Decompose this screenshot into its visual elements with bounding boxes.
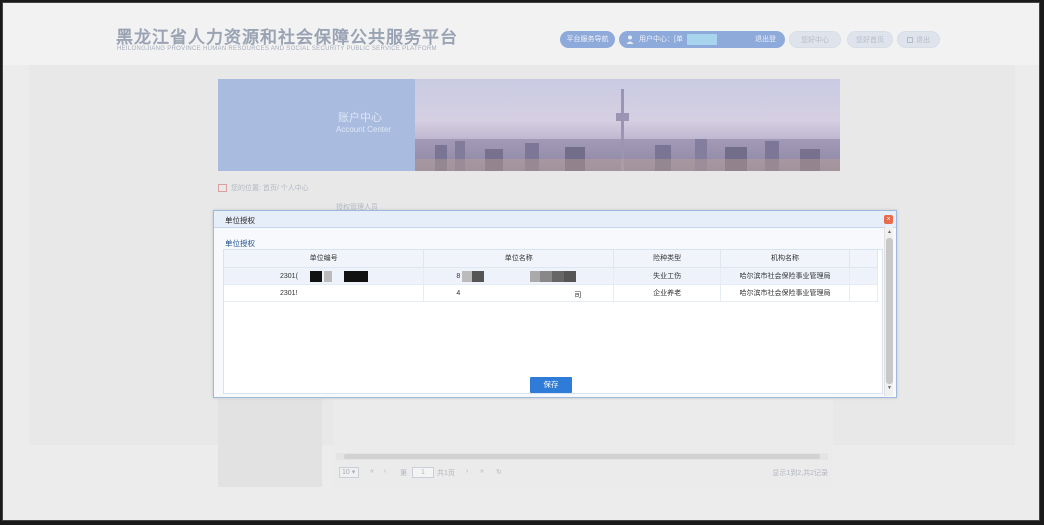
unit-code: 2301( <box>280 272 298 280</box>
user-name-redacted <box>687 34 717 45</box>
redaction-block <box>540 270 553 282</box>
close-icon[interactable]: × <box>884 215 893 224</box>
col-unit-name[interactable]: 单位名称 <box>423 250 615 268</box>
horizontal-scrollbar[interactable] <box>336 453 828 460</box>
skyline-illustration <box>415 89 840 171</box>
left-menu-panel <box>218 399 322 487</box>
home-icon[interactable] <box>218 184 227 193</box>
section-title: 单位授权 <box>225 239 255 248</box>
service-nav-button[interactable]: 平台服务导航 <box>560 31 615 48</box>
redaction-block <box>564 270 577 282</box>
user-label: 用户中心：[单 <box>639 36 683 43</box>
unit-name-cell: 4 司 <box>423 284 615 302</box>
authorization-table: 单位编号 单位名称 险种类型 机构名称 2301( 8 失业工伤 哈尔滨市社会保… <box>224 250 878 302</box>
vertical-scrollbar[interactable]: ▲ ▼ <box>884 226 893 396</box>
total-pages: 共1页 <box>437 470 455 477</box>
insurance-type-cell: 失业工伤 <box>613 267 722 285</box>
page-size-value: 10 <box>342 469 350 476</box>
site-header: 黑龙江省人力资源和社会保障公共服务平台 HEILONGJIANG PROVINC… <box>3 3 1039 65</box>
redaction-block <box>304 286 370 300</box>
extra-cell <box>849 284 878 302</box>
refresh-icon[interactable]: ↻ <box>496 468 502 476</box>
unit-code-cell: 2301! <box>224 284 425 302</box>
scrollbar-thumb[interactable] <box>344 454 820 459</box>
banner-title: 账户中心 <box>338 112 382 124</box>
scroll-down-icon[interactable]: ▼ <box>886 385 893 392</box>
table-header-row: 单位编号 单位名称 险种类型 机构名称 <box>224 250 878 268</box>
trash-icon <box>907 37 913 44</box>
dialog-header: 单位授权 × <box>214 211 896 228</box>
redaction-block <box>344 270 368 282</box>
banner-subtitle: Account Center <box>336 125 392 134</box>
scroll-up-icon[interactable]: ▲ <box>886 229 893 236</box>
redaction-block <box>552 270 565 282</box>
unit-code: 2301! <box>280 289 298 297</box>
page-size-select[interactable]: 10 ▾ <box>339 467 359 478</box>
col-extra <box>849 250 878 268</box>
user-icon <box>626 35 634 44</box>
extra-cell <box>849 267 878 285</box>
redaction-block <box>530 270 541 282</box>
unit-name-prefix: 8 <box>456 272 461 280</box>
unit-authorization-dialog: 单位授权 × 单位授权 单位编号 单位名称 险种类型 机构名称 2301(8 … <box>213 210 897 398</box>
dialog-title: 单位授权 <box>225 216 255 225</box>
unit-name-prefix: 4 <box>456 289 461 297</box>
breadcrumb: 您的位置: 首页/ 个人中心 <box>218 183 309 193</box>
redaction-block <box>462 270 473 282</box>
table-row[interactable]: 2301( 8 失业工伤 哈尔滨市社会保险事业管理局 <box>224 267 878 285</box>
redaction-block <box>472 270 485 282</box>
site-title-en: HEILONGJIANG PROVINCE HUMAN RESOURCES AN… <box>117 46 437 52</box>
unit-code-cell: 2301( <box>224 267 425 285</box>
header-button-b[interactable]: 您好首页 <box>847 31 893 48</box>
app-window: 黑龙江省人力资源和社会保障公共服务平台 HEILONGJIANG PROVINC… <box>2 2 1040 521</box>
unit-name-cell: 8 <box>423 267 615 285</box>
next-page-icon[interactable]: › <box>466 468 468 475</box>
site-title: 黑龙江省人力资源和社会保障公共服务平台 <box>116 28 458 48</box>
scrollbar-thumb[interactable] <box>886 238 893 384</box>
col-unit-code[interactable]: 单位编号 <box>224 250 425 268</box>
col-org-name[interactable]: 机构名称 <box>720 250 850 268</box>
record-summary: 显示1到2,共2记录 <box>772 470 828 477</box>
authorization-table-panel: 单位编号 单位名称 险种类型 机构名称 2301( 8 失业工伤 哈尔滨市社会保… <box>223 249 883 394</box>
last-page-icon[interactable]: » <box>480 468 484 475</box>
account-banner: 账户中心 Account Center <box>218 79 840 171</box>
user-center-bar[interactable]: 用户中心：[单 退出登 <box>619 31 785 48</box>
page-label: 第 <box>400 470 407 477</box>
unit-name-suffix: 司 <box>574 291 582 299</box>
pagination-bar: 10 ▾ « ‹ 第 1 共1页 › » ↻ 显示1到2,共2记录 <box>336 465 828 481</box>
col-insurance-type[interactable]: 险种类型 <box>613 250 722 268</box>
first-page-icon[interactable]: « <box>370 468 374 475</box>
banner-title-panel: 账户中心 Account Center <box>218 79 415 171</box>
org-name-cell: 哈尔滨市社会保险事业管理局 <box>720 284 850 302</box>
logout-link[interactable]: 退出登 <box>755 31 776 48</box>
insurance-type-cell: 企业养老 <box>613 284 722 302</box>
save-button[interactable]: 保存 <box>530 377 572 393</box>
breadcrumb-text: 您的位置: 首页/ 个人中心 <box>231 185 309 192</box>
page-number-input[interactable]: 1 <box>412 467 434 478</box>
redaction-block <box>310 270 322 282</box>
header-button-a[interactable]: 您好中心 <box>789 31 841 48</box>
header-exit-button[interactable]: 退出 <box>897 31 940 48</box>
redaction-block <box>464 286 573 300</box>
org-name-cell: 哈尔滨市社会保险事业管理局 <box>720 267 850 285</box>
prev-page-icon[interactable]: ‹ <box>384 468 386 475</box>
redaction-block <box>324 270 332 282</box>
header-exit-label: 退出 <box>916 37 930 44</box>
table-row[interactable]: 2301! 4 司 企业养老 哈尔滨市社会保险事业管理局 <box>224 284 878 302</box>
city-skyline-image <box>415 79 840 171</box>
